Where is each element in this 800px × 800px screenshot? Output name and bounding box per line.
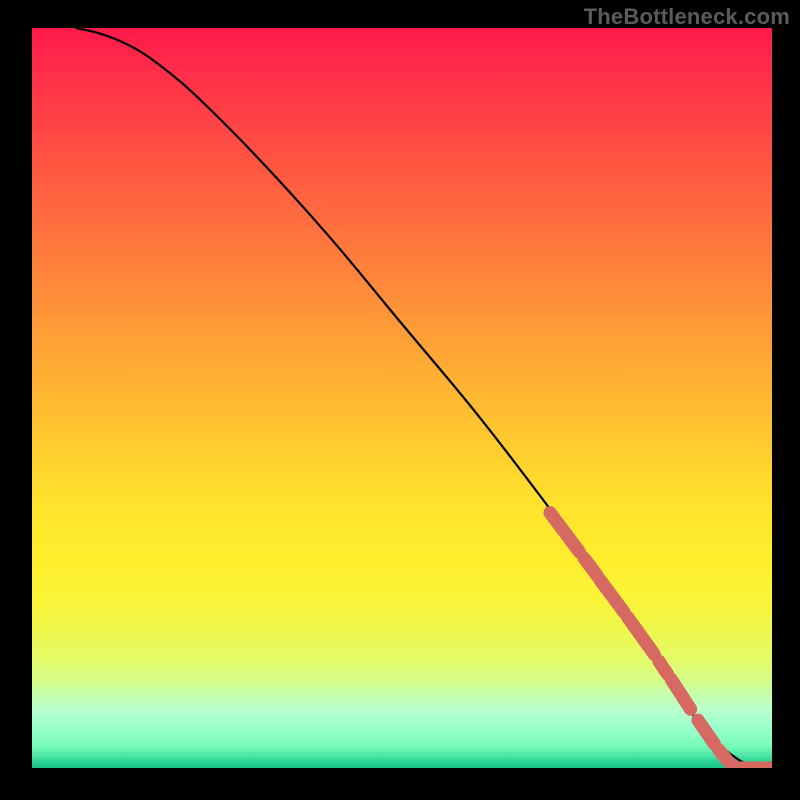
plot-area: [32, 28, 772, 768]
highlight-dash: [698, 720, 714, 744]
highlight-dash: [584, 558, 597, 576]
highlight-layer: [32, 28, 772, 768]
highlight-dash: [550, 513, 580, 552]
chart-stage: TheBottleneck.com: [0, 0, 800, 800]
source-attribution: TheBottleneck.com: [584, 4, 790, 30]
highlight-dash: [628, 617, 655, 654]
highlight-dash: [600, 580, 624, 612]
highlight-dash: [671, 680, 690, 710]
highlight-dash: [719, 750, 728, 761]
highlight-dash: [659, 661, 668, 674]
highlight-dots: [550, 513, 770, 768]
